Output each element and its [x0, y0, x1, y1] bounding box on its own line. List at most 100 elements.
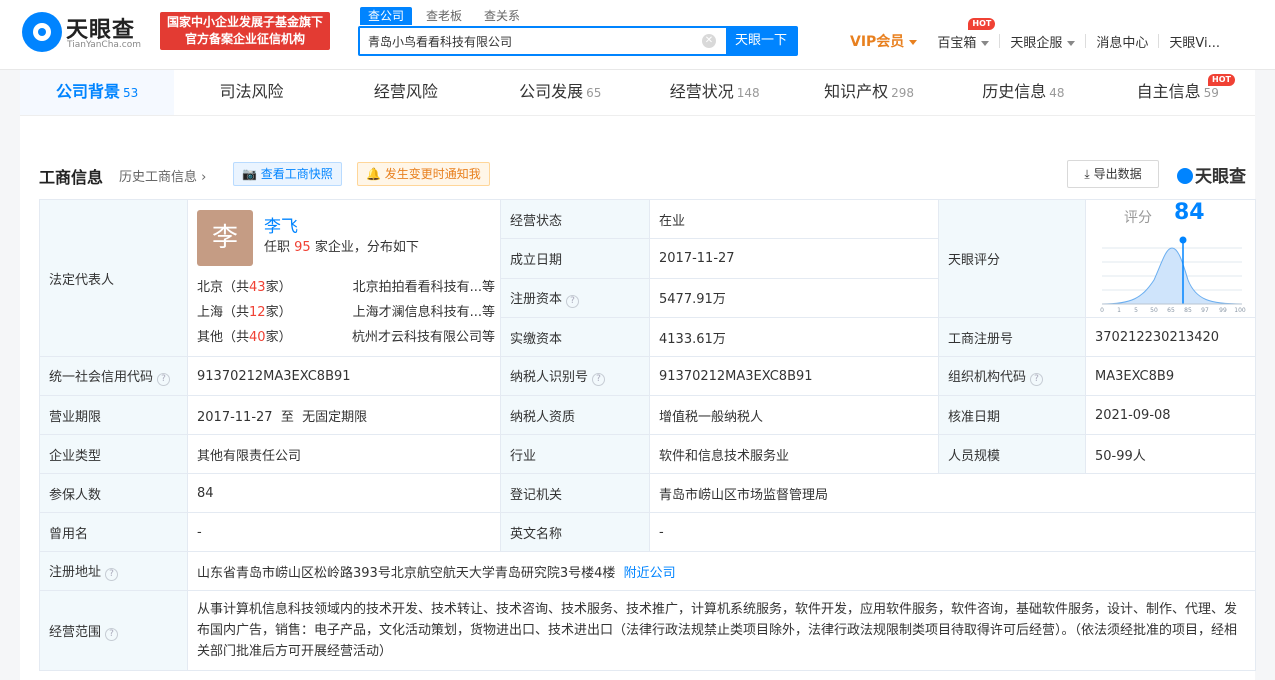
business-info-panel: 工商信息 历史工商信息 › 📷 查看工商快照 🔔 发生变更时通知我 ⤓ 导出数据…: [20, 116, 1256, 680]
region-row-shanghai[interactable]: 上海（共12家） 上海才澜信息科技有...等: [197, 301, 495, 321]
tab-count: 65: [586, 86, 602, 100]
legal-rep-summary: 任职 95 家企业，分布如下: [264, 236, 419, 255]
english-name-value: -: [649, 512, 1256, 552]
avatar[interactable]: 李: [197, 210, 253, 266]
section-toolbar: 工商信息 历史工商信息 › 📷 查看工商快照 🔔 发生变更时通知我 ⤓ 导出数据…: [20, 160, 1255, 192]
search-box: ✕ 天眼一下: [358, 26, 798, 56]
table-row: 曾用名 - 英文名称 -: [39, 512, 1256, 552]
notify-button[interactable]: 🔔 发生变更时通知我: [357, 162, 490, 186]
scope-label: 经营范围: [49, 624, 102, 640]
table-row: 法定代表人 李 李飞 任职 95 家企业，分布如下 北京（共43家） 北京拍拍看…: [39, 198, 1256, 357]
enterprise-menu[interactable]: 天眼企服: [1000, 32, 1085, 51]
region-unit: 家）: [265, 330, 292, 345]
search-button[interactable]: 天眼一下: [726, 28, 796, 54]
address-label: 注册地址: [49, 565, 102, 580]
address-value: 山东省青岛市崂山区松岭路393号北京航空航天大学青岛研究院3号楼4楼: [197, 565, 616, 581]
score-tick: 85: [1184, 307, 1192, 314]
founded-label: 成立日期: [500, 238, 650, 279]
reg-no-label: 工商注册号: [938, 317, 1086, 357]
address-label-cell: 注册地址?: [39, 551, 188, 591]
tab-history[interactable]: 历史信息 48: [946, 70, 1100, 115]
reg-capital-label-cell: 注册资本?: [500, 277, 650, 319]
tab-label: 经营风险: [373, 82, 438, 101]
legal-rep-cell: 李 李飞 任职 95 家企业，分布如下 北京（共43家） 北京拍拍看看科技有..…: [187, 199, 501, 357]
tab-ip[interactable]: 知识产权 298: [792, 70, 946, 115]
nearby-companies-link[interactable]: 附近公司: [624, 566, 676, 581]
region-suffix: 等: [481, 330, 495, 345]
logo-eye-icon: [22, 12, 62, 52]
term-value: 2017-11-27 至 无固定期限: [187, 395, 501, 435]
paid-capital-label: 实缴资本: [500, 317, 650, 357]
legal-rep-name[interactable]: 李飞: [264, 212, 298, 237]
score-value: 84: [1174, 200, 1205, 226]
reg-capital-label: 注册资本: [510, 291, 563, 307]
tab-development[interactable]: 公司发展 65: [483, 70, 637, 115]
score-widget[interactable]: 评分 84 0 1 5 50 65 85 97 99 100: [1087, 200, 1255, 317]
user-menu[interactable]: 天眼Vi...: [1159, 32, 1230, 51]
history-label: 历史工商信息: [119, 170, 198, 185]
tab-company-background[interactable]: 公司背景 53: [20, 70, 175, 115]
region-unit: 家）: [265, 305, 292, 320]
clear-icon[interactable]: ✕: [702, 34, 716, 48]
help-icon[interactable]: ?: [566, 294, 580, 308]
tab-self-info[interactable]: 自主信息 59 HOT: [1101, 70, 1255, 115]
help-icon[interactable]: ?: [157, 373, 171, 386]
vip-menu[interactable]: VIP会员: [850, 31, 927, 51]
search-tab-boss[interactable]: 查老板: [418, 7, 470, 25]
term-label: 营业期限: [39, 395, 188, 435]
tax-quality-label: 纳税人资质: [500, 395, 650, 435]
tab-label: 公司背景: [56, 82, 121, 101]
hot-badge: HOT: [1208, 74, 1235, 86]
taxpayer-id-label: 纳税人识别号: [510, 370, 589, 385]
region-suffix: 等: [481, 280, 495, 295]
legal-rep-card: 李 李飞 任职 95 家企业，分布如下 北京（共43家） 北京拍拍看看科技有..…: [197, 201, 495, 356]
tab-operating-risk[interactable]: 经营风险: [329, 70, 483, 115]
snapshot-button[interactable]: 📷 查看工商快照: [233, 162, 342, 186]
site-logo[interactable]: 天眼查 TianYanCha.com: [22, 10, 152, 54]
top-header: 天眼查 TianYanCha.com 国家中小企业发展子基金旗下 官方备案企业征…: [0, 0, 1275, 70]
score-marker-dot: [1179, 236, 1187, 244]
logo-domain: TianYanCha.com: [67, 40, 142, 50]
help-icon[interactable]: ?: [105, 627, 119, 641]
tab-operating-status[interactable]: 经营状况 148: [638, 70, 792, 115]
table-row: 注册地址? 山东省青岛市崂山区松岭路393号北京航空航天大学青岛研究院3号楼4楼…: [39, 551, 1256, 591]
history-business-link[interactable]: 历史工商信息 ›: [119, 166, 206, 185]
search-tab-company[interactable]: 查公司: [360, 7, 413, 25]
org-code-label: 组织机构代码: [948, 370, 1027, 385]
score-label: 天眼评分: [938, 199, 1086, 318]
legal-rep-label: 法定代表人: [39, 199, 188, 357]
score-tick: 100: [1234, 307, 1246, 314]
search-input[interactable]: [360, 28, 700, 54]
slogan-line-2: 官方备案企业征信机构: [184, 32, 305, 46]
slogan-banner: 国家中小企业发展子基金旗下 官方备案企业征信机构: [160, 12, 330, 50]
export-button[interactable]: ⤓ 导出数据: [1067, 160, 1159, 188]
approval-value: 2021-09-08: [1085, 395, 1256, 435]
credit-code-value: 91370212MA3EXC8B91: [187, 356, 501, 396]
tools-menu[interactable]: 百宝箱 HOT: [927, 17, 999, 51]
score-tick: 1: [1117, 307, 1121, 314]
region-row-other[interactable]: 其他（共40家） 杭州才云科技有限公司等: [197, 326, 495, 346]
top-nav: VIP会员 百宝箱 HOT 天眼企服 消息中心 天眼Vi...: [850, 17, 1230, 52]
search-tab-relation[interactable]: 查关系: [476, 7, 528, 25]
messages-link[interactable]: 消息中心: [1086, 32, 1158, 51]
download-icon: ⤓: [1084, 167, 1090, 181]
region-row-beijing[interactable]: 北京（共43家） 北京拍拍看看科技有...等: [197, 276, 495, 296]
scope-label-cell: 经营范围?: [39, 590, 188, 671]
tab-judicial-risk[interactable]: 司法风险: [174, 70, 328, 115]
tab-count: 59: [1203, 86, 1219, 100]
camera-icon: 📷: [242, 167, 257, 181]
help-icon[interactable]: ?: [105, 568, 119, 581]
former-name-value: -: [187, 512, 501, 552]
founded-value: 2017-11-27: [649, 238, 939, 279]
region-label: 其他（共: [197, 330, 250, 345]
logo-eye-icon: [1177, 168, 1193, 184]
status-value: 在业: [649, 198, 939, 240]
region-label: 上海（共: [197, 305, 250, 320]
taxpayer-id-value: 91370212MA3EXC8B91: [649, 356, 939, 396]
score-caption: 评分: [1124, 210, 1152, 226]
help-icon[interactable]: ?: [1030, 373, 1044, 386]
region-count: 43: [249, 280, 266, 295]
table-row: 企业类型 其他有限责任公司 行业 软件和信息技术服务业 人员规模 50-99人: [39, 434, 1256, 474]
paid-capital-value: 4133.61万: [649, 317, 939, 357]
help-icon[interactable]: ?: [592, 373, 606, 386]
